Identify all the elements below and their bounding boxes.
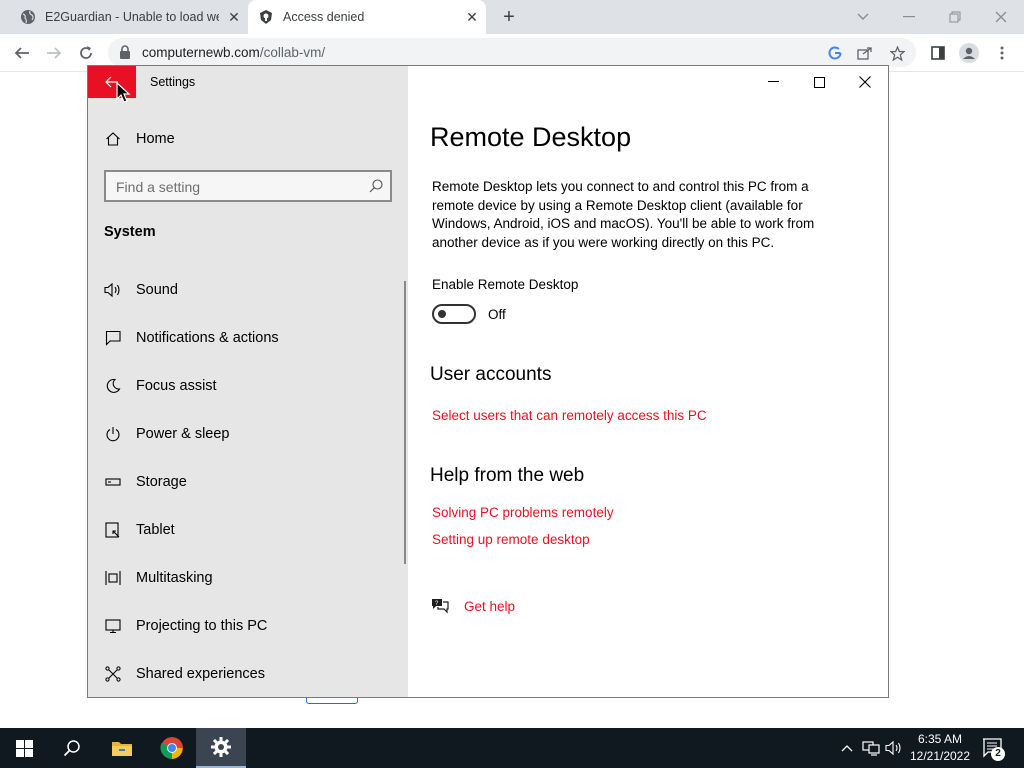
select-users-link[interactable]: Select users that can remotely access th…	[432, 408, 707, 423]
address-bar[interactable]: computernewb.com/collab-vm/	[108, 38, 916, 67]
windows-taskbar: 6:35 AM 12/21/2022 2	[0, 728, 1024, 768]
get-help-link[interactable]: Get help	[464, 599, 515, 614]
new-tab-icon[interactable]: +	[499, 7, 519, 27]
profile-avatar-icon[interactable]	[958, 42, 980, 64]
settings-taskbar-button[interactable]	[196, 728, 246, 768]
clock-time: 6:35 AM	[917, 732, 963, 746]
nav-home[interactable]: Home	[104, 128, 175, 150]
moon-icon	[104, 377, 122, 395]
windows-logo-icon	[15, 739, 33, 757]
home-icon	[104, 130, 122, 148]
reload-icon[interactable]	[75, 42, 97, 64]
notification-count-badge: 2	[991, 747, 1005, 761]
storage-icon	[104, 473, 122, 491]
start-button[interactable]	[0, 728, 48, 768]
help-link-solving-problems[interactable]: Solving PC problems remotely	[432, 505, 614, 520]
tab-close-icon[interactable]: ✕	[464, 9, 480, 25]
chrome-taskbar-button[interactable]	[148, 728, 196, 768]
tab-title: Access denied	[283, 10, 365, 24]
gear-icon	[211, 737, 231, 757]
chevron-up-icon[interactable]	[838, 740, 856, 756]
nav-item-label: Projecting to this PC	[136, 618, 268, 634]
side-panel-icon[interactable]	[927, 42, 949, 64]
tab-title: E2Guardian - Unable to load web page	[45, 10, 219, 24]
tab-access-denied[interactable]: Access denied ✕	[248, 0, 486, 34]
toggle-state-text: Off	[488, 307, 506, 322]
get-help-icon[interactable]: ?	[430, 597, 450, 615]
nav-item-label: Multitasking	[136, 570, 213, 586]
lock-icon[interactable]	[119, 45, 131, 64]
nav-item-power-sleep[interactable]: Power & sleep	[104, 410, 400, 458]
close-icon[interactable]	[989, 5, 1013, 29]
section-label-system: System	[104, 224, 156, 240]
search-icon	[63, 740, 80, 757]
nav-home-label: Home	[136, 131, 175, 147]
remote-desktop-toggle-label: Enable Remote Desktop	[432, 277, 579, 292]
bookmark-star-icon[interactable]	[887, 43, 907, 63]
google-translate-icon[interactable]	[825, 43, 845, 63]
settings-content: Remote Desktop Remote Desktop lets you c…	[409, 66, 888, 697]
back-arrow-icon[interactable]	[11, 42, 33, 64]
forward-arrow-icon[interactable]	[43, 42, 65, 64]
window-title: Settings	[150, 75, 196, 89]
nav-item-focus-assist[interactable]: Focus assist	[104, 362, 400, 410]
nav-item-tablet[interactable]: Tablet	[104, 506, 400, 554]
nav-item-label: Shared experiences	[136, 666, 265, 682]
nav-item-label: Power & sleep	[136, 426, 230, 442]
taskbar-clock[interactable]: 6:35 AM 12/21/2022	[908, 731, 972, 765]
settings-sidebar: Settings Home System Sound	[88, 66, 408, 697]
settings-search[interactable]	[104, 170, 392, 202]
minimize-icon[interactable]	[897, 5, 921, 29]
nav-item-projecting[interactable]: Projecting to this PC	[104, 602, 400, 650]
clock-date: 12/21/2022	[909, 749, 971, 763]
nav-item-label: Tablet	[136, 522, 175, 538]
restore-icon[interactable]	[943, 5, 967, 29]
tablet-icon	[104, 521, 122, 539]
notification-icon	[104, 329, 122, 347]
chrome-icon	[160, 737, 183, 759]
nav-item-multitasking[interactable]: Multitasking	[104, 554, 400, 602]
power-icon	[104, 425, 122, 443]
multitasking-icon	[104, 569, 122, 587]
file-explorer-button[interactable]	[98, 728, 146, 768]
more-menu-icon[interactable]	[991, 42, 1013, 64]
network-icon[interactable]	[862, 740, 880, 756]
speaker-icon	[104, 281, 122, 299]
share-icon[interactable]	[855, 43, 875, 63]
nav-item-label: Storage	[136, 474, 187, 490]
user-accounts-heading: User accounts	[430, 364, 552, 385]
nav-item-shared-experiences[interactable]: Shared experiences	[104, 650, 400, 697]
nav-item-label: Notifications & actions	[136, 330, 279, 346]
volume-icon[interactable]	[885, 740, 903, 756]
search-input[interactable]	[116, 178, 356, 196]
nav-item-label: Sound	[136, 282, 178, 298]
url-text: computernewb.com/collab-vm/	[142, 45, 326, 60]
folder-icon	[112, 742, 132, 756]
toggle-knob	[438, 310, 446, 318]
tab-close-icon[interactable]: ✕	[226, 9, 242, 25]
shield-icon	[258, 9, 274, 25]
nav-item-label: Focus assist	[136, 378, 217, 394]
help-heading: Help from the web	[430, 465, 585, 486]
nav-item-storage[interactable]: Storage	[104, 458, 400, 506]
tab-e2guardian[interactable]: E2Guardian - Unable to load web page ✕	[8, 0, 248, 34]
globe-icon	[20, 9, 36, 25]
page-description: Remote Desktop lets you connect to and c…	[432, 179, 815, 250]
help-link-setting-up[interactable]: Setting up remote desktop	[432, 532, 590, 547]
tab-search-icon[interactable]	[851, 5, 875, 29]
sidebar-scrollbar[interactable]	[404, 281, 406, 564]
nav-item-notifications[interactable]: Notifications & actions	[104, 314, 400, 362]
remote-desktop-toggle[interactable]	[432, 304, 476, 324]
browser-tab-strip: E2Guardian - Unable to load web page ✕ A…	[0, 0, 1024, 34]
settings-window: Settings Home System Sound	[87, 65, 889, 698]
projecting-icon	[104, 617, 122, 635]
shared-experiences-icon	[104, 665, 122, 683]
nav-item-sound[interactable]: Sound	[104, 266, 400, 314]
search-icon[interactable]	[368, 178, 384, 194]
mouse-cursor-icon	[116, 82, 131, 103]
page-title: Remote Desktop	[430, 122, 632, 152]
taskbar-search-button[interactable]	[48, 728, 96, 768]
